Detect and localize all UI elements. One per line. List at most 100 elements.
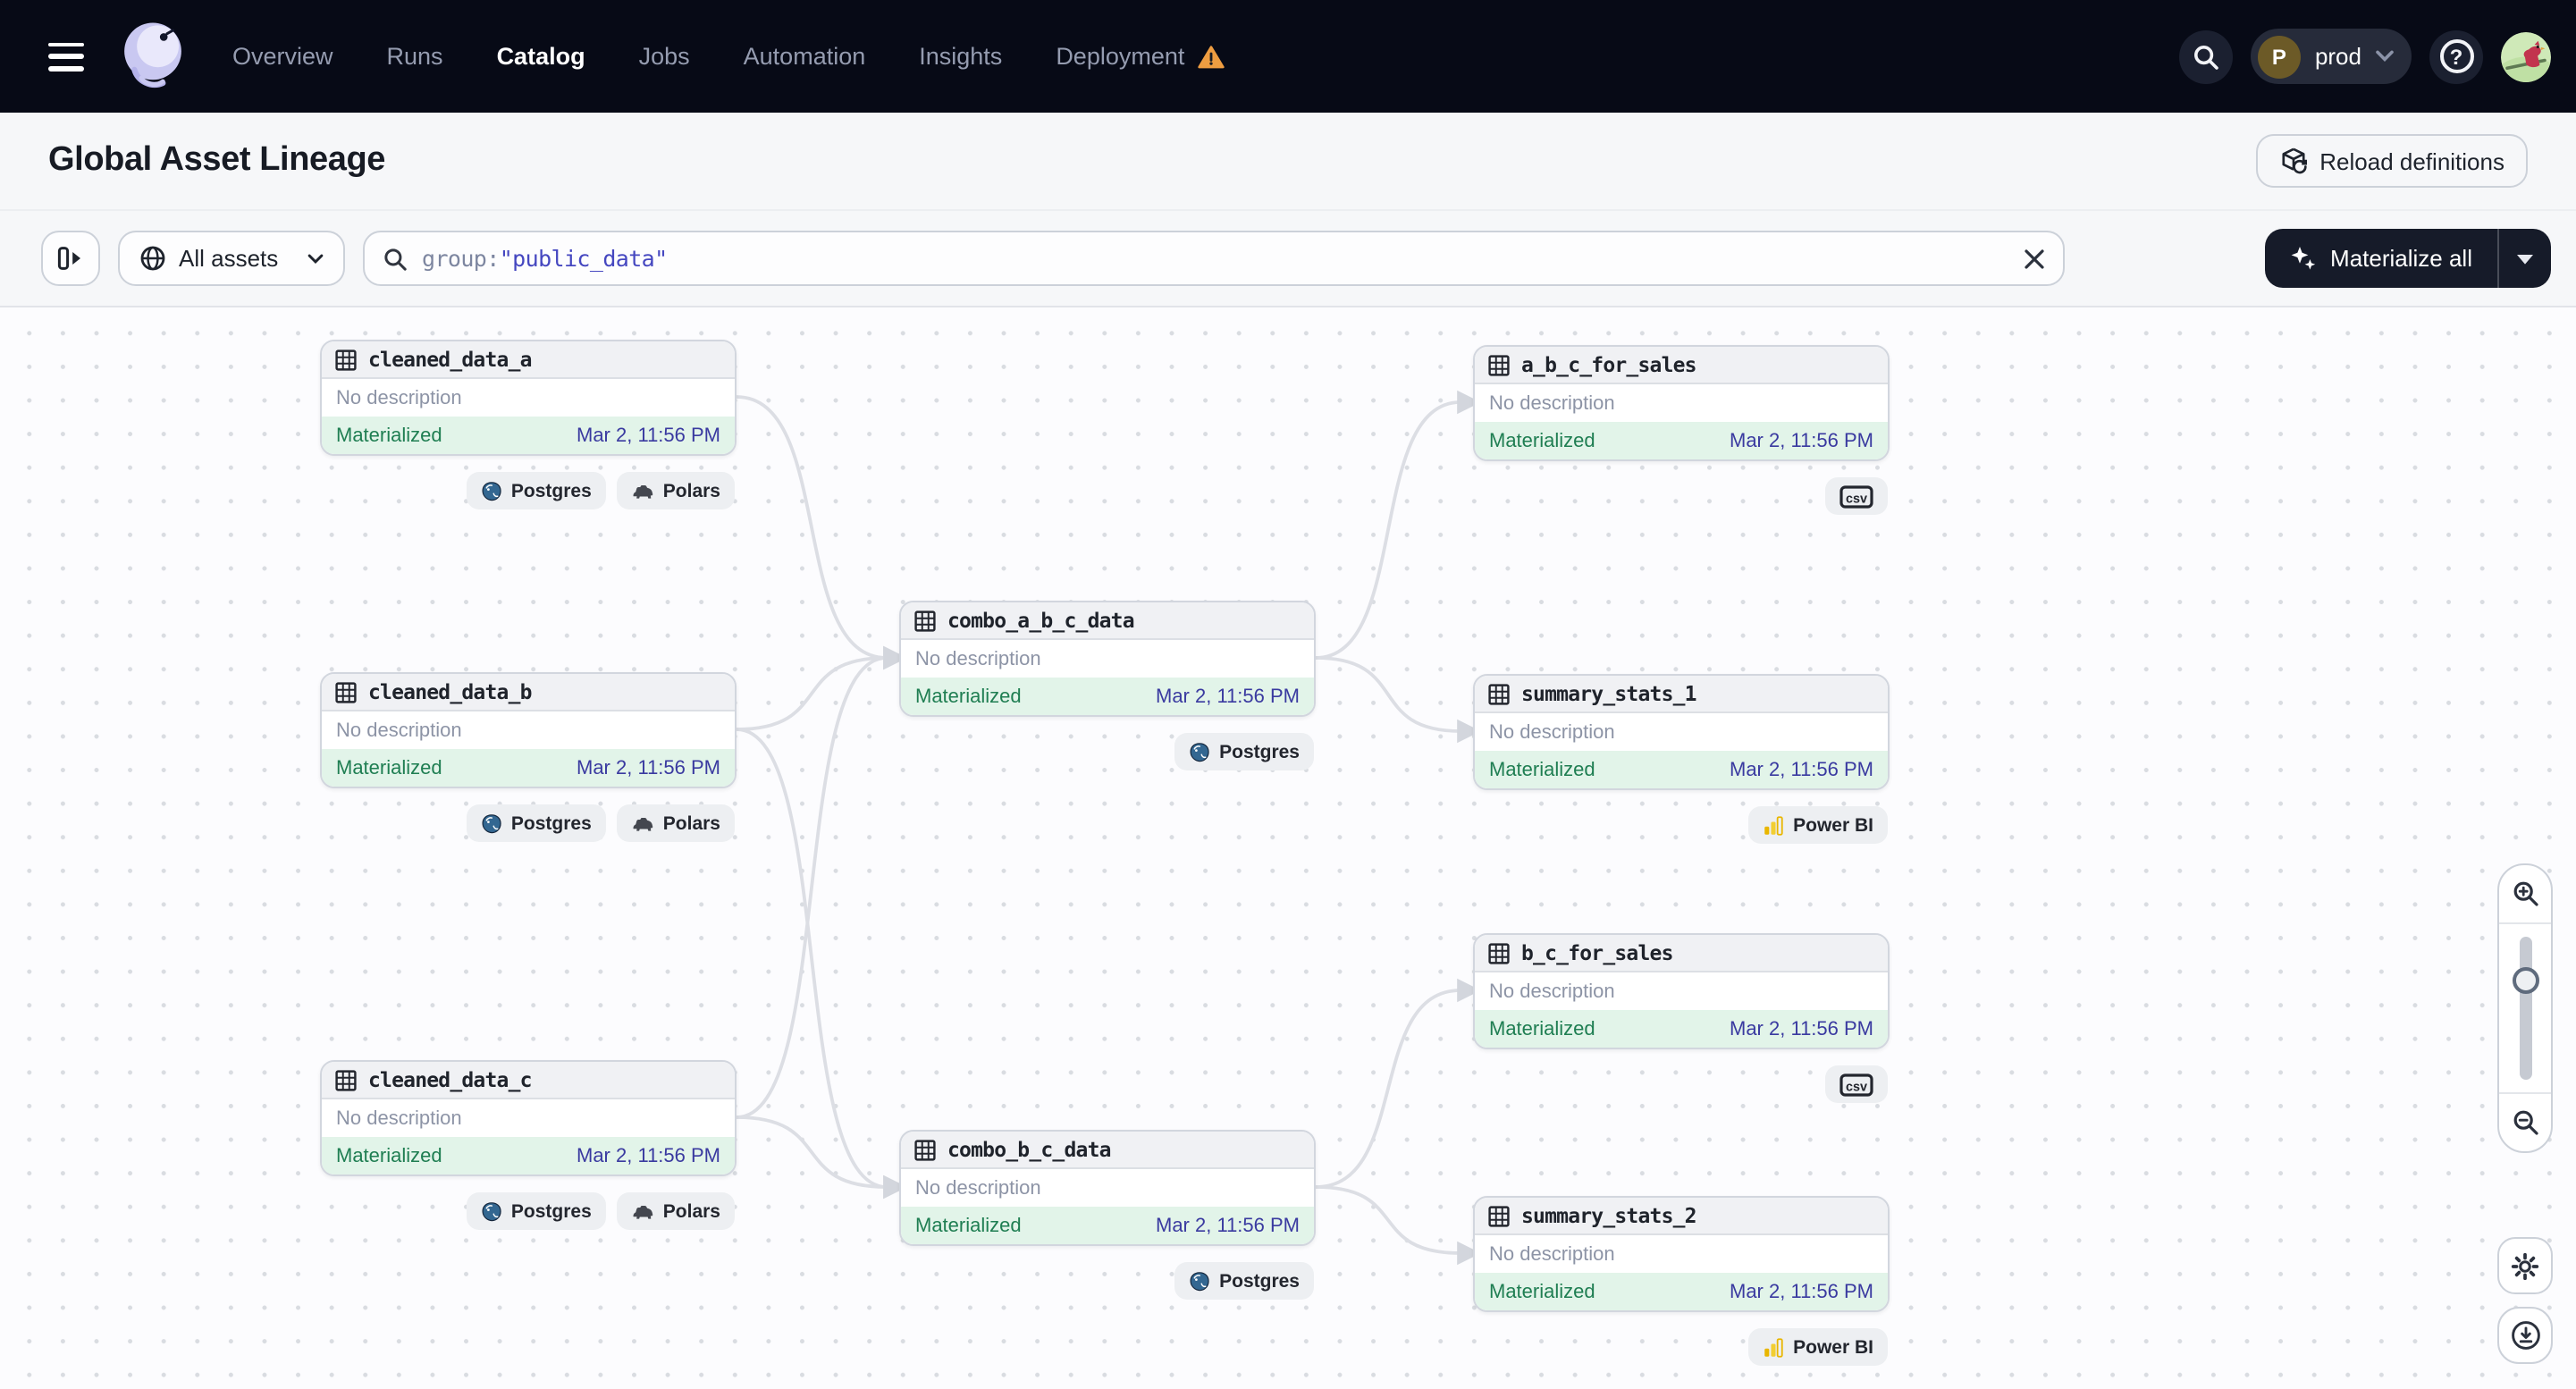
asset-scope-dropdown[interactable]: All assets bbox=[118, 231, 345, 286]
asset-tag-powerbi[interactable]: Power BI bbox=[1748, 806, 1888, 844]
asset-tag-polars[interactable]: Polars bbox=[617, 804, 735, 842]
asset-tag-label: Postgres bbox=[511, 1200, 592, 1222]
asset-card[interactable]: summary_stats_2No descriptionMaterialize… bbox=[1473, 1196, 1890, 1312]
asset-node-combo_b_c_data[interactable]: combo_b_c_dataNo descriptionMaterialized… bbox=[899, 1130, 1316, 1300]
asset-timestamp[interactable]: Mar 2, 11:56 PM bbox=[1730, 1281, 1873, 1302]
materialize-all-main[interactable]: Materialize all bbox=[2264, 229, 2497, 288]
asset-status: Materialized bbox=[336, 1145, 442, 1166]
nav-item-catalog[interactable]: Catalog bbox=[497, 43, 585, 70]
asset-status: Materialized bbox=[915, 686, 1022, 707]
asset-timestamp[interactable]: Mar 2, 11:56 PM bbox=[1730, 430, 1873, 451]
asset-tag-postgres[interactable]: Postgres bbox=[467, 472, 606, 509]
asset-node-cleaned_data_b[interactable]: cleaned_data_bNo descriptionMaterialized… bbox=[320, 672, 737, 842]
menu-icon[interactable] bbox=[48, 42, 84, 71]
zoom-slider[interactable] bbox=[2499, 922, 2551, 1094]
asset-node-summary_stats_2[interactable]: summary_stats_2No descriptionMaterialize… bbox=[1473, 1196, 1890, 1366]
zoom-in-button[interactable] bbox=[2499, 865, 2551, 922]
asset-name: combo_b_c_data bbox=[947, 1137, 1111, 1162]
nav-item-label: Runs bbox=[387, 43, 443, 70]
asset-timestamp[interactable]: Mar 2, 11:56 PM bbox=[577, 757, 720, 779]
asset-name: cleaned_data_c bbox=[368, 1067, 532, 1092]
asset-status-row: Materialized Mar 2, 11:56 PM bbox=[322, 1137, 735, 1174]
materialize-all-button[interactable]: Materialize all bbox=[2264, 229, 2551, 288]
clear-search-icon[interactable] bbox=[2024, 248, 2045, 269]
asset-search-input[interactable]: group:"public_data" bbox=[363, 231, 2065, 286]
asset-node-b_c_for_sales[interactable]: b_c_for_salesNo descriptionMaterializedM… bbox=[1473, 933, 1890, 1103]
asset-status-row: MaterializedMar 2, 11:56 PM bbox=[1475, 1010, 1888, 1048]
postgres-icon bbox=[481, 1200, 502, 1222]
asset-tag-postgres[interactable]: Postgres bbox=[1174, 733, 1314, 770]
search-icon[interactable] bbox=[2179, 29, 2233, 83]
asset-card[interactable]: summary_stats_1No descriptionMaterialize… bbox=[1473, 674, 1890, 790]
asset-timestamp[interactable]: Mar 2, 11:56 PM bbox=[1730, 759, 1873, 780]
asset-node-combo_a_b_c_data[interactable]: combo_a_b_c_dataNo descriptionMaterializ… bbox=[899, 601, 1316, 770]
nav-item-runs[interactable]: Runs bbox=[387, 43, 443, 70]
asset-tag-polars[interactable]: Polars bbox=[617, 472, 735, 509]
download-image-button[interactable] bbox=[2497, 1307, 2553, 1364]
asset-timestamp[interactable]: Mar 2, 11:56 PM bbox=[1730, 1018, 1873, 1040]
asset-tags: csv bbox=[1473, 477, 1890, 515]
asset-card-header: a_b_c_for_sales bbox=[1475, 347, 1888, 384]
asset-name: b_c_for_sales bbox=[1521, 940, 1673, 965]
asset-node-cleaned_data_a[interactable]: cleaned_data_aNo descriptionMaterialized… bbox=[320, 340, 737, 509]
asset-timestamp[interactable]: Mar 2, 11:56 PM bbox=[1156, 686, 1300, 707]
asset-timestamp[interactable]: Mar 2, 11:56 PM bbox=[577, 425, 720, 446]
nav-item-insights[interactable]: Insights bbox=[919, 43, 1002, 70]
zoom-slider-knob[interactable] bbox=[2512, 968, 2538, 995]
reload-definitions-button[interactable]: Reload definitions bbox=[2255, 134, 2528, 188]
svg-text:csv: csv bbox=[1846, 491, 1867, 505]
asset-card[interactable]: b_c_for_salesNo descriptionMaterializedM… bbox=[1473, 933, 1890, 1049]
graph-settings-button[interactable] bbox=[2497, 1237, 2553, 1294]
lineage-edge-combo_b_c_data-to-b_c_for_sales bbox=[1316, 990, 1461, 1187]
asset-timestamp[interactable]: Mar 2, 11:56 PM bbox=[577, 1145, 720, 1166]
asset-description: No description bbox=[1475, 1235, 1888, 1273]
lineage-canvas[interactable]: cleaned_data_aNo descriptionMaterialized… bbox=[0, 307, 2576, 1389]
table-icon bbox=[913, 609, 937, 632]
download-icon bbox=[2509, 1319, 2541, 1351]
asset-card[interactable]: cleaned_data_bNo descriptionMaterialized… bbox=[320, 672, 737, 788]
asset-card[interactable]: cleaned_data_cNo descriptionMaterialized… bbox=[320, 1060, 737, 1176]
nav-item-automation[interactable]: Automation bbox=[744, 43, 866, 70]
nav-item-label: Jobs bbox=[639, 43, 690, 70]
gear-icon bbox=[2510, 1250, 2540, 1281]
user-avatar[interactable] bbox=[2501, 31, 2551, 81]
nav-item-overview[interactable]: Overview bbox=[232, 43, 333, 70]
asset-tag-postgres[interactable]: Postgres bbox=[467, 804, 606, 842]
asset-status: Materialized bbox=[1489, 1281, 1595, 1302]
asset-tag-polars[interactable]: Polars bbox=[617, 1192, 735, 1230]
asset-card[interactable]: combo_b_c_dataNo descriptionMaterialized… bbox=[899, 1130, 1316, 1246]
zoom-slider-track[interactable] bbox=[2519, 937, 2531, 1080]
nav-item-label: Insights bbox=[919, 43, 1002, 70]
workspace-switcher[interactable]: P prod bbox=[2251, 29, 2412, 84]
asset-tags: Postgres Polars bbox=[320, 472, 737, 509]
asset-node-a_b_c_for_sales[interactable]: a_b_c_for_salesNo descriptionMaterialize… bbox=[1473, 345, 1890, 515]
polars-icon bbox=[631, 1200, 654, 1222]
help-icon[interactable]: ? bbox=[2429, 29, 2483, 83]
zoom-out-button[interactable] bbox=[2499, 1094, 2551, 1151]
asset-node-cleaned_data_c[interactable]: cleaned_data_cNo descriptionMaterialized… bbox=[320, 1060, 737, 1230]
asset-card-header: cleaned_data_b bbox=[322, 674, 735, 711]
table-icon bbox=[334, 680, 358, 703]
asset-tag-label: Postgres bbox=[511, 480, 592, 501]
search-icon bbox=[383, 246, 408, 271]
asset-card[interactable]: cleaned_data_aNo descriptionMaterialized… bbox=[320, 340, 737, 456]
page-header: Global Asset Lineage Reload definitions bbox=[0, 113, 2576, 211]
asset-tag-csv[interactable]: csv bbox=[1825, 477, 1888, 515]
asset-node-summary_stats_1[interactable]: summary_stats_1No descriptionMaterialize… bbox=[1473, 674, 1890, 844]
asset-tag-postgres[interactable]: Postgres bbox=[1174, 1262, 1314, 1300]
dagster-logo-icon[interactable] bbox=[113, 16, 193, 97]
postgres-icon bbox=[481, 480, 502, 501]
asset-tag-postgres[interactable]: Postgres bbox=[467, 1192, 606, 1230]
workspace-avatar: P bbox=[2258, 35, 2301, 78]
asset-card[interactable]: combo_a_b_c_dataNo descriptionMaterializ… bbox=[899, 601, 1316, 717]
nav-item-label: Deployment bbox=[1056, 43, 1184, 70]
asset-timestamp[interactable]: Mar 2, 11:56 PM bbox=[1156, 1215, 1300, 1236]
nav-item-deployment[interactable]: Deployment bbox=[1056, 43, 1224, 70]
asset-tag-csv[interactable]: csv bbox=[1825, 1065, 1888, 1103]
materialize-options-button[interactable] bbox=[2497, 229, 2551, 288]
open-panel-button[interactable] bbox=[41, 231, 100, 286]
asset-tag-powerbi[interactable]: Power BI bbox=[1748, 1328, 1888, 1366]
asset-card[interactable]: a_b_c_for_salesNo descriptionMaterialize… bbox=[1473, 345, 1890, 461]
nav-item-jobs[interactable]: Jobs bbox=[639, 43, 690, 70]
asset-status: Materialized bbox=[1489, 430, 1595, 451]
